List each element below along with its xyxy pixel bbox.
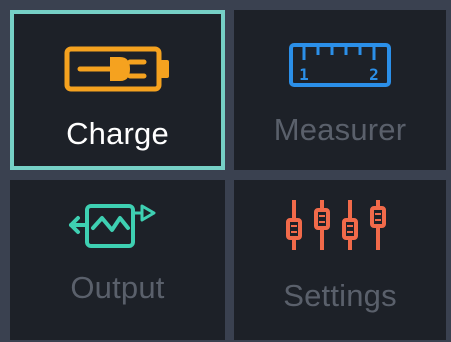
ruler-icon: 1 2	[289, 43, 391, 87]
tile-measurer-label: Measurer	[273, 112, 407, 147]
svg-text:1: 1	[299, 65, 309, 84]
tile-measurer[interactable]: 1 2 Measurer	[234, 10, 446, 170]
output-signal-icon	[69, 204, 156, 248]
tile-output[interactable]: Output	[10, 180, 225, 340]
tile-output-label: Output	[70, 270, 165, 305]
tile-charge-label: Charge	[66, 116, 169, 151]
battery-plug-icon	[64, 46, 169, 92]
svg-text:2: 2	[369, 65, 379, 84]
tile-settings-label: Settings	[283, 278, 397, 313]
sliders-icon	[286, 200, 386, 250]
tile-settings[interactable]: Settings	[234, 180, 446, 340]
tile-charge[interactable]: Charge	[10, 10, 225, 170]
